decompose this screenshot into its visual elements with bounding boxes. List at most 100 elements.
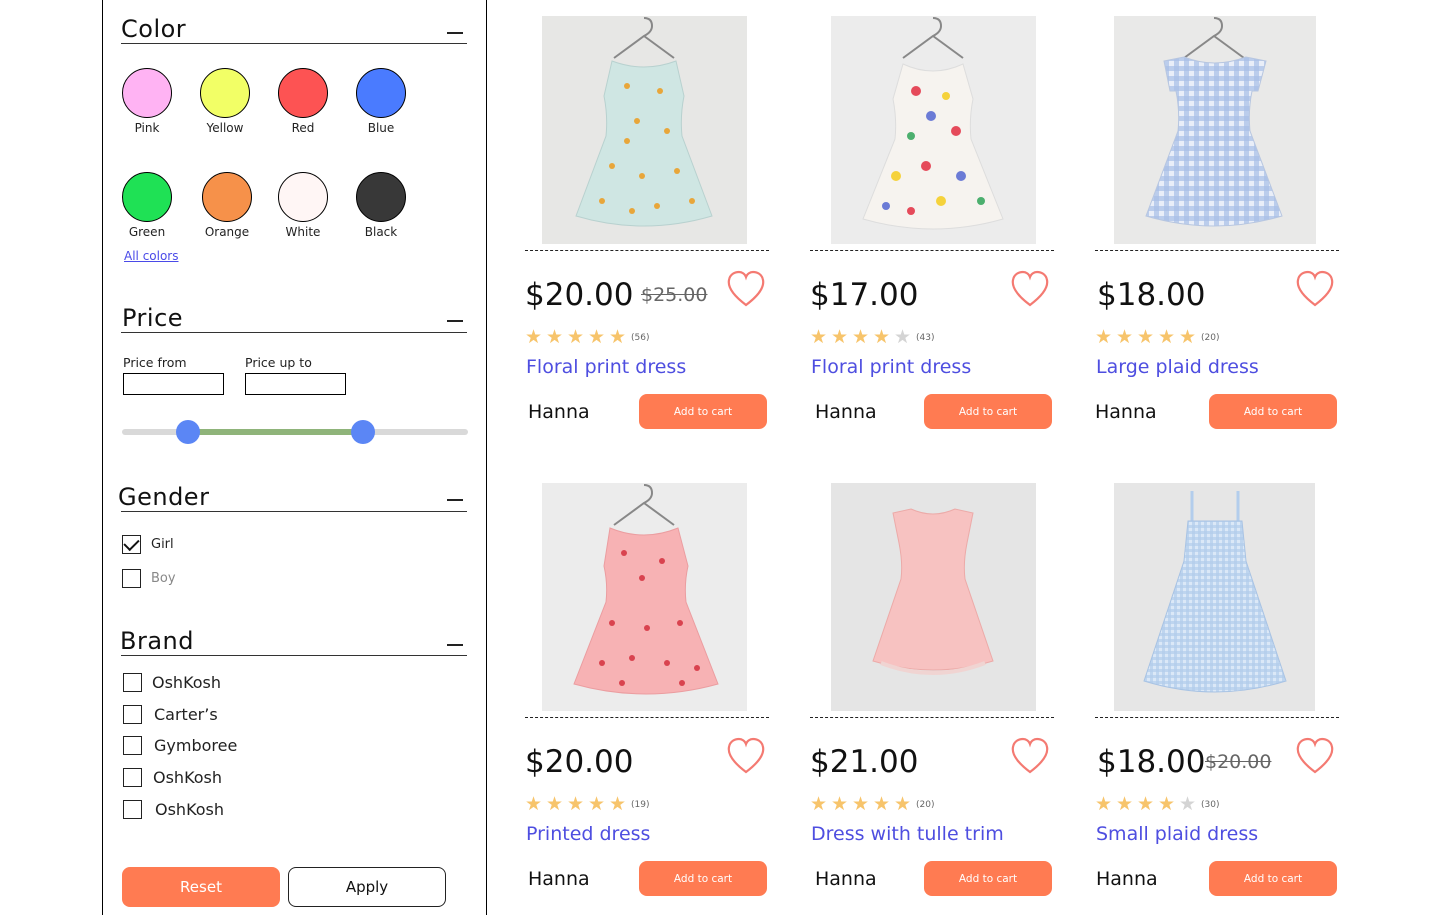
swatch-circle[interactable] <box>278 68 328 118</box>
review-count: (19) <box>631 799 650 810</box>
product-price: $21.00 <box>810 744 919 780</box>
product-name[interactable]: Printed dress <box>526 823 650 845</box>
wishlist-heart-icon[interactable] <box>1295 737 1335 775</box>
brand-option-label: OshKosh <box>152 673 222 692</box>
swatch-label: Pink <box>134 121 160 135</box>
swatch-circle[interactable] <box>278 172 328 222</box>
color-swatch-red[interactable]: Red <box>273 68 333 135</box>
star-icon: ★ <box>525 326 543 348</box>
star-icon: ★ <box>852 793 870 815</box>
product-brand: Hanna <box>528 868 590 890</box>
add-to-cart-button[interactable]: Add to cart <box>1209 394 1337 429</box>
star-icon: ★ <box>1158 793 1176 815</box>
review-count: (30) <box>1201 799 1220 810</box>
brand-filter-divider <box>121 655 467 656</box>
collapse-color-icon[interactable] <box>447 32 463 34</box>
brand-option-oshkosh-2[interactable]: OshKosh <box>123 768 222 787</box>
product-name[interactable]: Floral print dress <box>526 356 686 378</box>
product-name[interactable]: Small plaid dress <box>1096 823 1258 845</box>
product-image[interactable] <box>1114 16 1316 244</box>
star-icon: ★ <box>873 793 891 815</box>
card-divider <box>810 717 1054 718</box>
price-range-max-handle[interactable] <box>351 420 375 444</box>
price-range-min-handle[interactable] <box>176 420 200 444</box>
dress-image <box>575 17 713 227</box>
collapse-brand-icon[interactable] <box>447 644 463 646</box>
price-to-input[interactable] <box>245 373 346 395</box>
product-price: $20.00 <box>525 277 634 313</box>
dress-image <box>1143 491 1287 693</box>
product-image[interactable] <box>1114 483 1315 711</box>
product-image[interactable] <box>831 483 1036 711</box>
add-to-cart-button[interactable]: Add to cart <box>639 394 767 429</box>
swatch-circle[interactable] <box>356 172 406 222</box>
collapse-price-icon[interactable] <box>447 320 463 322</box>
card-divider <box>1095 717 1339 718</box>
product-name[interactable]: Floral print dress <box>811 356 971 378</box>
girl-checkbox[interactable] <box>122 535 141 554</box>
gender-option-boy[interactable]: Boy <box>122 569 176 588</box>
color-swatch-pink[interactable]: Pink <box>117 68 177 135</box>
add-to-cart-button[interactable]: Add to cart <box>924 861 1052 896</box>
color-swatch-blue[interactable]: Blue <box>351 68 411 135</box>
color-filter-divider <box>121 43 467 44</box>
color-swatch-black[interactable]: Black <box>351 172 411 239</box>
add-to-cart-button[interactable]: Add to cart <box>1209 861 1337 896</box>
brand-option-label: OshKosh <box>155 800 225 819</box>
product-image[interactable] <box>542 483 747 711</box>
dress-image <box>1145 17 1283 227</box>
star-icon: ★ <box>1137 326 1155 348</box>
color-swatch-yellow[interactable]: Yellow <box>195 68 255 135</box>
brand-option-oshkosh-3[interactable]: OshKosh <box>123 800 224 819</box>
star-icon: ★ <box>1116 793 1134 815</box>
brand-checkbox[interactable] <box>123 736 142 755</box>
rating-stars: ★ ★ ★ ★ ★ (19) <box>525 795 649 814</box>
product-name[interactable]: Dress with tulle trim <box>811 823 1004 845</box>
brand-checkbox[interactable] <box>123 705 142 724</box>
add-to-cart-button[interactable]: Add to cart <box>924 394 1052 429</box>
dress-image <box>872 508 994 675</box>
product-image[interactable] <box>542 16 747 244</box>
price-from-input[interactable] <box>123 373 224 395</box>
star-icon: ★ <box>1179 326 1197 348</box>
product-card: $18.00 $20.00 ★ ★ ★ ★ ★ (30) Small plaid dres… <box>1095 483 1340 915</box>
gender-option-label: Boy <box>151 571 176 586</box>
product-image[interactable] <box>831 16 1036 244</box>
swatch-circle[interactable] <box>200 68 250 118</box>
wishlist-heart-icon[interactable] <box>726 270 766 308</box>
brand-option-label: Carter’s <box>154 705 218 724</box>
price-filter-divider <box>121 332 467 333</box>
wishlist-heart-icon[interactable] <box>1010 737 1050 775</box>
brand-checkbox[interactable] <box>123 768 142 787</box>
color-swatch-white[interactable]: White <box>273 172 333 239</box>
product-card: $20.00 $25.00 ★ ★ ★ ★ ★ (56) Floral print dre… <box>525 16 770 456</box>
swatch-circle[interactable] <box>122 172 172 222</box>
wishlist-heart-icon[interactable] <box>726 737 766 775</box>
brand-option-oshkosh[interactable]: OshKosh <box>123 673 221 692</box>
color-swatch-green[interactable]: Green <box>117 172 177 239</box>
brand-checkbox[interactable] <box>123 800 142 819</box>
swatch-circle[interactable] <box>122 68 172 118</box>
review-count: (56) <box>631 332 650 343</box>
collapse-gender-icon[interactable] <box>447 499 463 501</box>
all-colors-link[interactable]: All colors <box>124 249 179 263</box>
brand-option-gymboree[interactable]: Gymboree <box>123 736 237 755</box>
star-icon: ★ <box>894 793 912 815</box>
swatch-circle[interactable] <box>356 68 406 118</box>
apply-button[interactable]: Apply <box>288 867 446 907</box>
wishlist-heart-icon[interactable] <box>1295 270 1335 308</box>
color-swatch-orange[interactable]: Orange <box>197 172 257 239</box>
product-card: $18.00 ★ ★ ★ ★ ★ (20) Large plaid dress Hanna… <box>1095 16 1340 456</box>
swatch-label: Orange <box>204 225 250 239</box>
add-to-cart-button[interactable]: Add to cart <box>639 861 767 896</box>
swatch-circle[interactable] <box>202 172 252 222</box>
reset-button[interactable]: Reset <box>122 867 280 907</box>
star-icon: ★ <box>525 793 543 815</box>
wishlist-heart-icon[interactable] <box>1010 270 1050 308</box>
product-name[interactable]: Large plaid dress <box>1096 356 1259 378</box>
boy-checkbox[interactable] <box>122 569 141 588</box>
brand-option-carters[interactable]: Carter’s <box>123 705 218 724</box>
gender-option-girl[interactable]: Girl <box>122 535 174 554</box>
product-card: $17.00 ★ ★ ★ ★ ★ (43) Floral print dress Hann… <box>810 16 1055 456</box>
brand-checkbox[interactable] <box>123 673 142 692</box>
